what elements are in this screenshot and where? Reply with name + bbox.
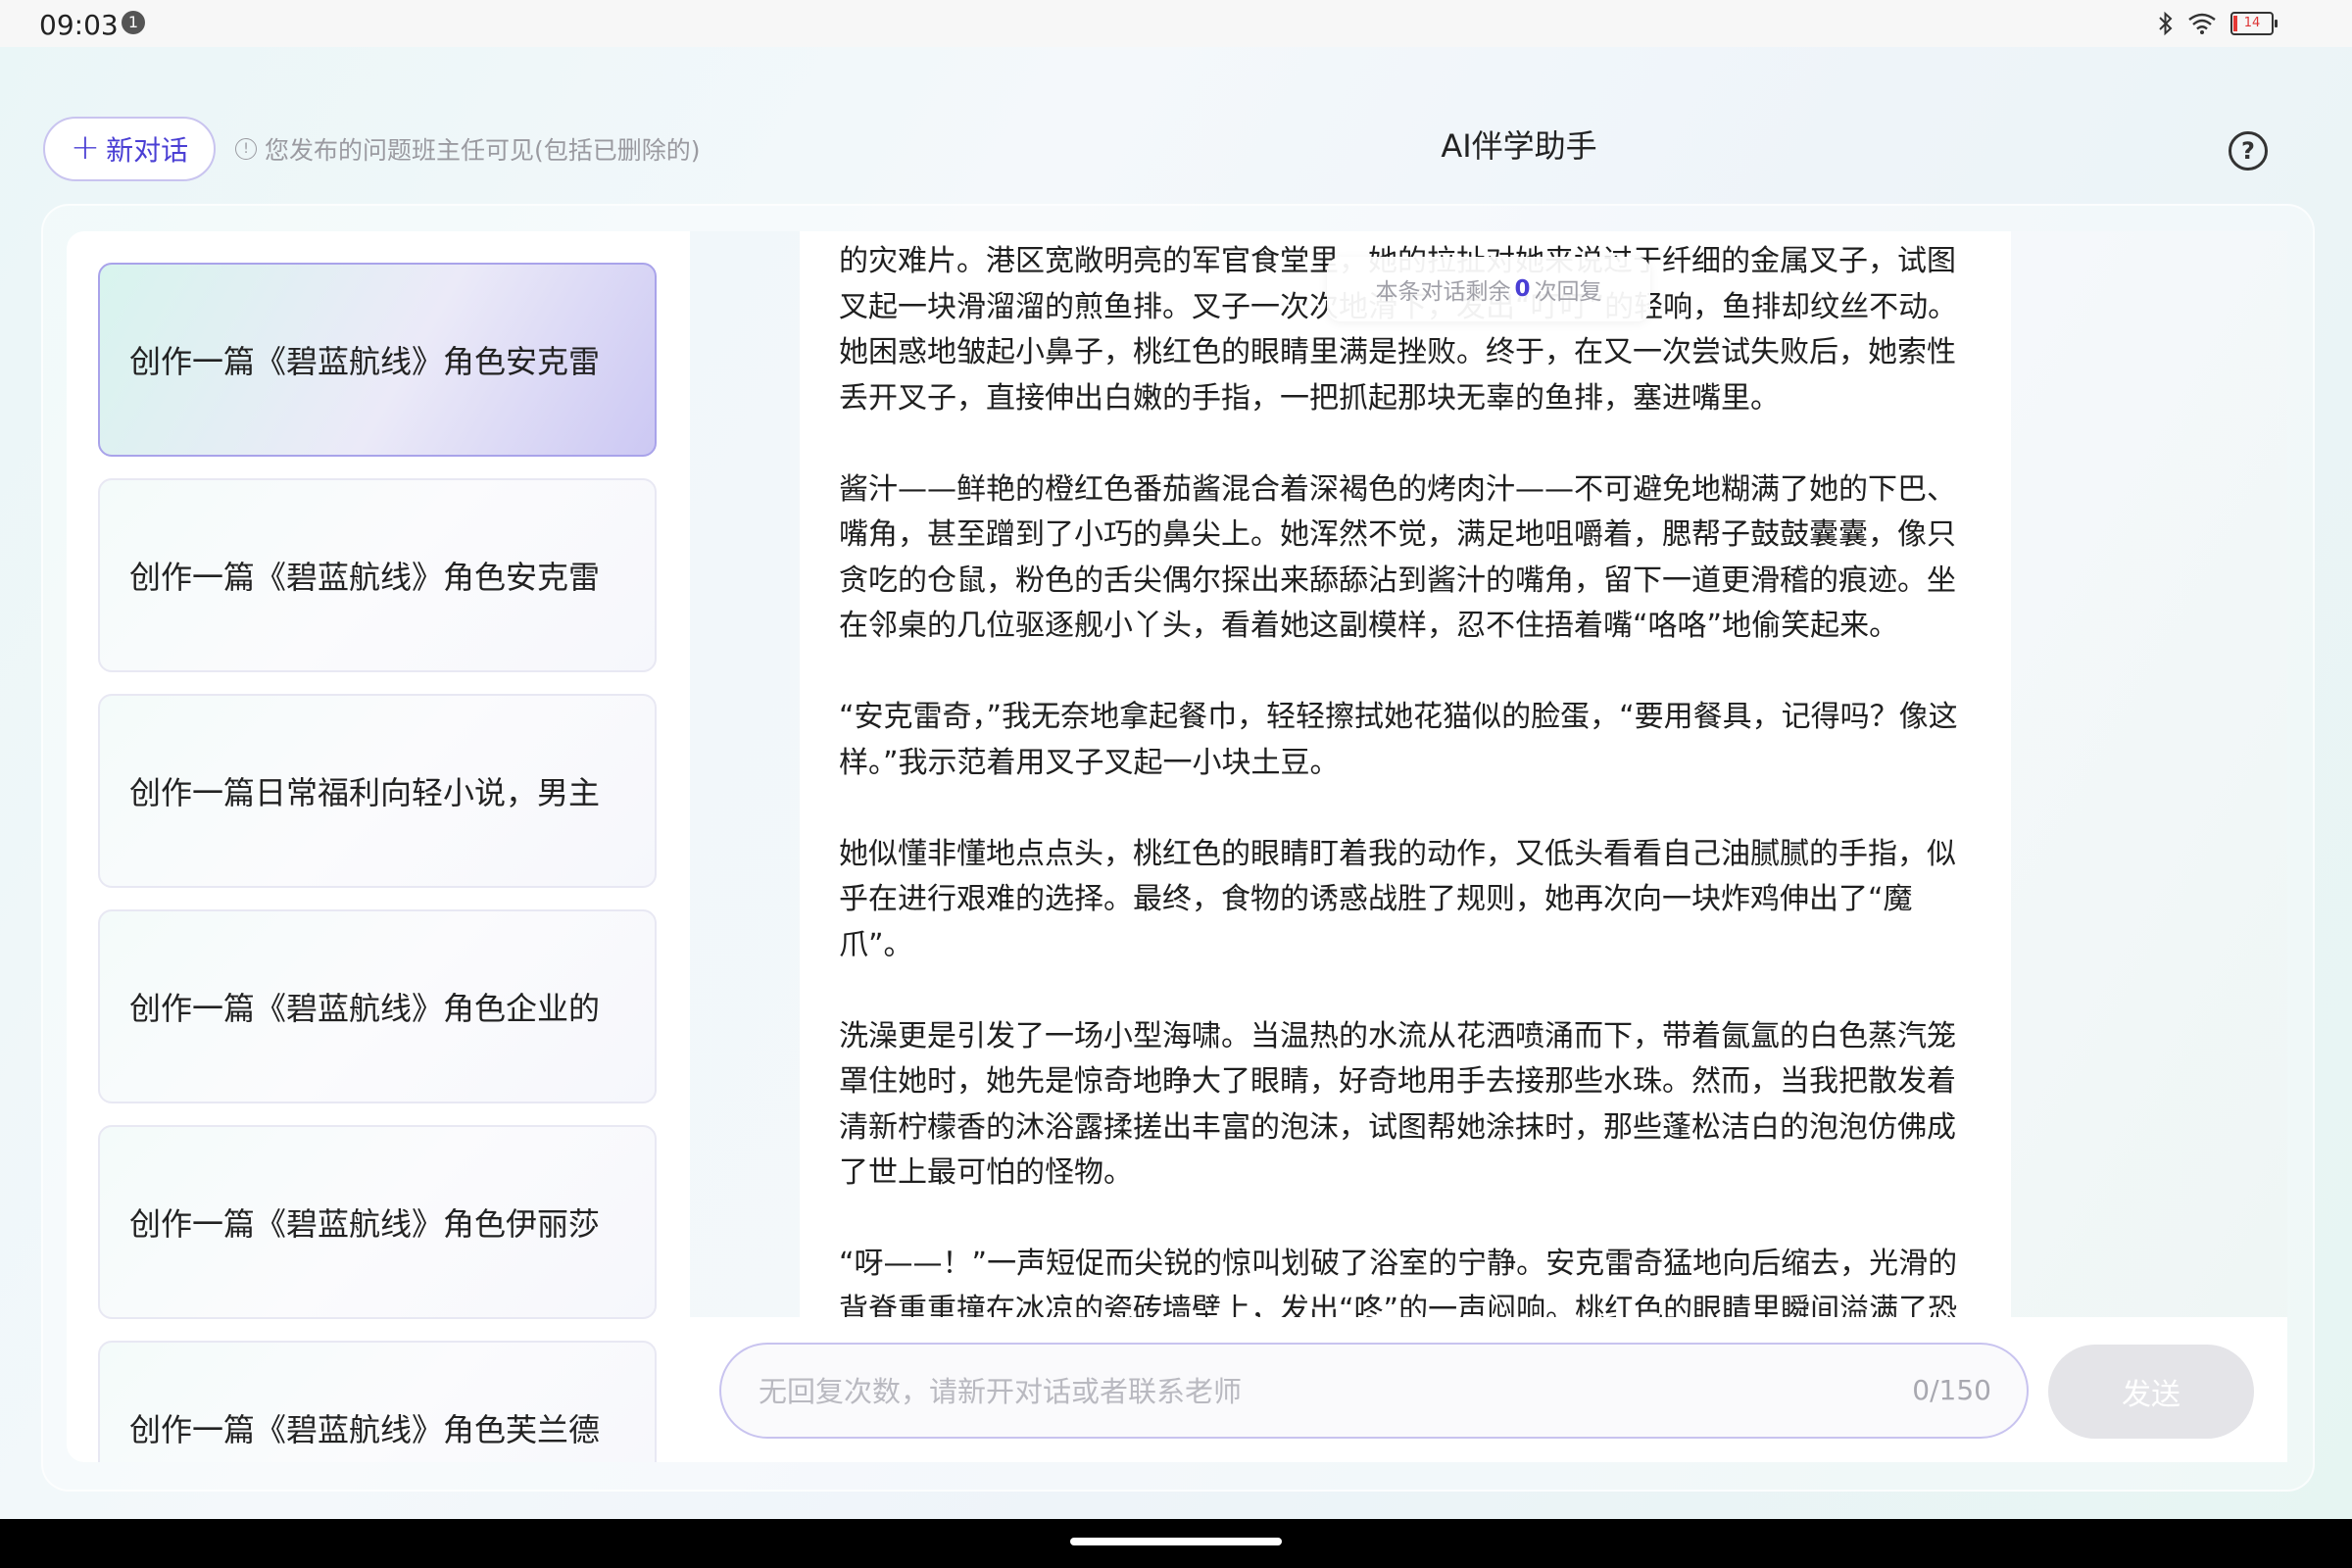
message-text: 的灾难片。港区宽敞明亮的军官食堂里，她的拉扯对她来说过于纤细的金属叉子，试图叉起… bbox=[839, 239, 1976, 1317]
new-chat-button[interactable]: + 新对话 bbox=[43, 117, 216, 181]
bluetooth-icon bbox=[2159, 11, 2173, 36]
status-icons: 14 bbox=[2158, 10, 2278, 37]
info-icon: ! bbox=[235, 138, 257, 160]
conversation-item[interactable]: 创作一篇《碧蓝航线》角色安克雷 bbox=[98, 263, 657, 457]
conversation-item-label: 创作一篇《碧蓝航线》角色安克雷 bbox=[129, 559, 601, 596]
message-input[interactable] bbox=[757, 1366, 1838, 1417]
message-input-box[interactable]: 0/150 bbox=[719, 1343, 2029, 1439]
home-indicator[interactable] bbox=[1070, 1538, 1282, 1545]
conversation-item-label: 创作一篇日常福利向轻小说，男主 bbox=[129, 774, 601, 811]
scroll-fade bbox=[800, 231, 2011, 247]
conversation-item[interactable]: 创作一篇《碧蓝航线》角色芙兰德 bbox=[98, 1341, 657, 1462]
status-time: 09:03 bbox=[39, 9, 119, 41]
conversation-item-label: 创作一篇《碧蓝航线》角色安克雷 bbox=[129, 343, 601, 380]
message-paragraph: “安克雷奇，”我无奈地拿起餐巾，轻轻擦拭她花猫似的脸蛋，“要用餐具，记得吗？像这… bbox=[839, 700, 1958, 780]
conversation-item[interactable]: 创作一篇《碧蓝航线》角色企业的 bbox=[98, 909, 657, 1103]
plus-icon: + bbox=[70, 126, 101, 168]
tip-suffix: 次回复 bbox=[1534, 279, 1602, 305]
page-title: AI伴学助手 bbox=[1441, 127, 1597, 165]
conversation-item[interactable]: 创作一篇日常福利向轻小说，男主 bbox=[98, 694, 657, 888]
message-paragraph: 洗澡更是引发了一场小型海啸。当温热的水流从花洒喷涌而下，带着氤氲的白色蒸汽笼罩住… bbox=[839, 1018, 1956, 1191]
status-bar: 09:03 1 14 bbox=[0, 0, 2352, 47]
new-chat-label: 新对话 bbox=[106, 134, 189, 167]
assistant-message[interactable]: 的灾难片。港区宽敞明亮的军官食堂里，她的拉扯对她来说过于纤细的金属叉子，试图叉起… bbox=[800, 231, 2011, 1317]
message-paragraph: “呀——！”一声短促而尖锐的惊叫划破了浴室的宁静。安克雷奇猛地向后缩去，光滑的背… bbox=[839, 1247, 1958, 1317]
remaining-replies-tip: 本条对话剩余 0 次回复 bbox=[1327, 257, 1650, 321]
wifi-icon bbox=[2188, 13, 2216, 34]
send-button[interactable]: 发送 bbox=[2048, 1345, 2254, 1439]
tip-prefix: 本条对话剩余 bbox=[1375, 279, 1511, 305]
notification-badge-icon: 1 bbox=[122, 11, 145, 34]
visibility-notice-text: 您发布的问题班主任可见(包括已删除的) bbox=[265, 136, 701, 165]
conversation-item-label: 创作一篇《碧蓝航线》角色伊丽莎 bbox=[129, 1205, 601, 1243]
conversation-sidebar[interactable]: 创作一篇《碧蓝航线》角色安克雷 创作一篇《碧蓝航线》角色安克雷 创作一篇日常福利… bbox=[67, 231, 690, 1462]
tip-count: 0 bbox=[1514, 276, 1531, 302]
char-count: 0/150 bbox=[1912, 1374, 1991, 1406]
conversation-item-label: 创作一篇《碧蓝航线》角色芙兰德 bbox=[129, 1411, 601, 1448]
help-circle-icon[interactable]: ? bbox=[2229, 131, 2268, 171]
conversation-item[interactable]: 创作一篇《碧蓝航线》角色安克雷 bbox=[98, 478, 657, 672]
message-paragraph: 酱汁——鲜艳的橙红色番茄酱混合着深褐色的烤肉汁——不可避免地糊满了她的下巴、嘴角… bbox=[839, 471, 1956, 644]
conversation-item-label: 创作一篇《碧蓝航线》角色企业的 bbox=[129, 990, 601, 1027]
battery-icon: 14 bbox=[2230, 12, 2278, 35]
visibility-notice: ! 您发布的问题班主任可见(包括已删除的) bbox=[235, 131, 701, 167]
conversation-item[interactable]: 创作一篇《碧蓝航线》角色伊丽莎 bbox=[98, 1125, 657, 1319]
message-paragraph: 她似懂非懂地点点头，桃红色的眼睛盯着我的动作，又低头看看自己油腻腻的手指，似乎在… bbox=[839, 836, 1956, 962]
